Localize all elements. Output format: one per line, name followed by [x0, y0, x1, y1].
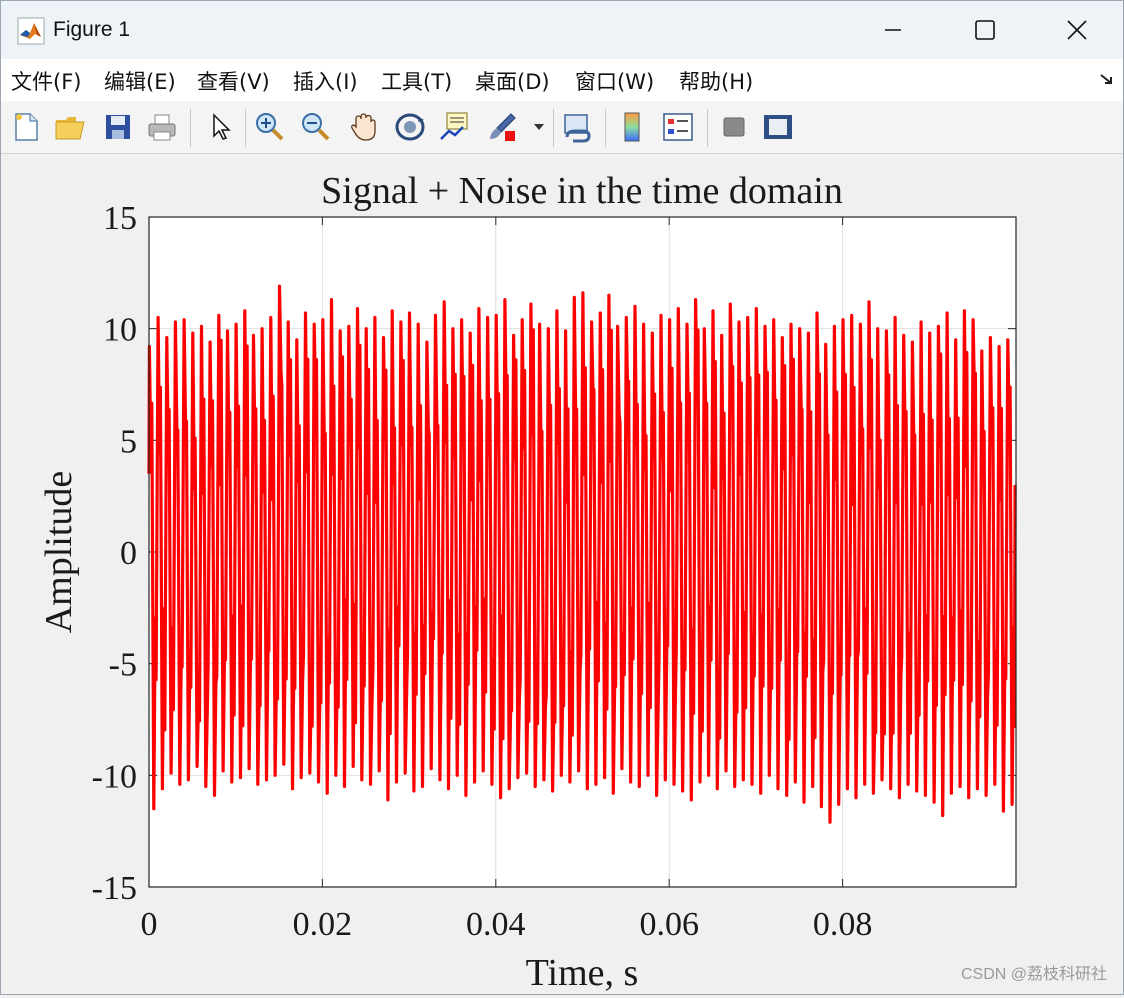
x-tick-label: 0.06 — [639, 906, 699, 943]
dock-arrow-icon[interactable] — [1099, 71, 1115, 87]
menu-bar: 文件(F) 编辑(E) 查看(V) 插入(I) 工具(T) 桌面(D) 窗口(W… — [1, 59, 1123, 101]
y-tick-label: 10 — [103, 312, 137, 349]
select-pointer-button[interactable] — [201, 107, 239, 147]
y-tick-label: 0 — [120, 535, 137, 572]
y-tick-label: -5 — [109, 647, 137, 684]
legend-icon — [663, 113, 693, 141]
chart-title: Signal + Noise in the time domain — [321, 170, 843, 212]
pan-icon — [351, 113, 376, 141]
minimize-icon — [885, 29, 901, 31]
zoom-in-icon — [256, 113, 284, 141]
watermark-text: CSDN @荔枝科研社 — [960, 966, 1107, 983]
maximize-button[interactable] — [939, 1, 1031, 59]
colorbar-button[interactable] — [613, 107, 651, 147]
toolbar-separator — [553, 109, 554, 147]
zoom-in-button[interactable] — [251, 107, 289, 147]
show-plot-tools-button[interactable] — [759, 107, 797, 147]
menu-file[interactable]: 文件(F) — [11, 66, 81, 96]
close-icon — [1067, 20, 1087, 40]
menu-edit[interactable]: 编辑(E) — [104, 66, 176, 96]
maximize-icon — [975, 20, 995, 40]
figure-canvas: 0 0.02 0.04 0.06 0.08 15 10 5 0 -5 -10 -15 Signal … — [1, 154, 1123, 994]
x-tick-label: 0.04 — [466, 906, 526, 943]
x-tick-label: 0.02 — [293, 906, 353, 943]
legend-button[interactable] — [659, 107, 697, 147]
toolbar-separator — [190, 109, 191, 147]
hide-plot-tools-icon — [723, 117, 745, 137]
menu-help[interactable]: 帮助(H) — [679, 66, 753, 96]
select-pointer-icon — [213, 113, 231, 140]
matlab-logo-icon — [17, 17, 45, 45]
y-axis-label: Amplitude — [38, 471, 80, 634]
show-plot-tools-icon — [764, 115, 792, 139]
y-tick-label: -10 — [92, 758, 137, 795]
x-tick-label: 0 — [141, 906, 158, 943]
rotate-3d-button[interactable] — [391, 107, 429, 147]
menu-insert[interactable]: 插入(I) — [293, 66, 358, 96]
print-button[interactable] — [143, 107, 181, 147]
minimize-button[interactable] — [847, 1, 939, 59]
save-icon — [106, 115, 130, 139]
menu-desktop[interactable]: 桌面(D) — [475, 66, 550, 96]
open-file-button[interactable] — [51, 107, 89, 147]
brush-dropdown-button[interactable] — [529, 107, 549, 147]
zoom-out-icon — [302, 113, 330, 141]
brush-dropdown-icon — [534, 124, 544, 130]
axes-plot[interactable]: 0 0.02 0.04 0.06 0.08 15 10 5 0 -5 -10 -15 Signal … — [1, 154, 1123, 994]
menu-tools[interactable]: 工具(T) — [381, 66, 452, 96]
rotate-3d-icon — [395, 113, 425, 141]
hide-plot-tools-button[interactable] — [715, 107, 753, 147]
toolbar-separator — [707, 109, 708, 147]
toolbar-separator — [605, 109, 606, 147]
save-button[interactable] — [99, 107, 137, 147]
y-tick-label: 15 — [103, 200, 137, 237]
x-axis-label: Time, s — [526, 952, 639, 994]
x-tick-label: 0.08 — [813, 906, 873, 943]
link-plot-button[interactable] — [559, 107, 597, 147]
brush-icon — [490, 113, 516, 141]
new-figure-icon — [15, 113, 38, 141]
print-icon — [148, 114, 176, 141]
data-tips-button[interactable] — [437, 107, 475, 147]
colorbar-icon — [624, 112, 640, 142]
new-figure-button[interactable] — [7, 107, 45, 147]
title-bar[interactable]: Figure 1 — [1, 1, 1123, 59]
menu-window[interactable]: 窗口(W) — [575, 66, 654, 96]
figure-window: Figure 1 文件(F) 编辑(E) 查看(V) 插入(I) 工具(T) 桌… — [0, 0, 1124, 995]
window-title: Figure 1 — [53, 18, 131, 41]
y-tick-label: 5 — [120, 423, 137, 460]
figure-toolbar — [1, 101, 1123, 154]
open-file-icon — [55, 117, 85, 140]
y-tick-label: -15 — [92, 870, 137, 907]
pan-button[interactable] — [345, 107, 383, 147]
data-tips-icon — [440, 112, 468, 140]
brush-button[interactable] — [483, 107, 521, 147]
toolbar-separator — [245, 109, 246, 147]
link-plot-icon — [564, 114, 591, 143]
zoom-out-button[interactable] — [297, 107, 335, 147]
menu-view[interactable]: 查看(V) — [197, 66, 270, 96]
close-button[interactable] — [1031, 1, 1123, 59]
